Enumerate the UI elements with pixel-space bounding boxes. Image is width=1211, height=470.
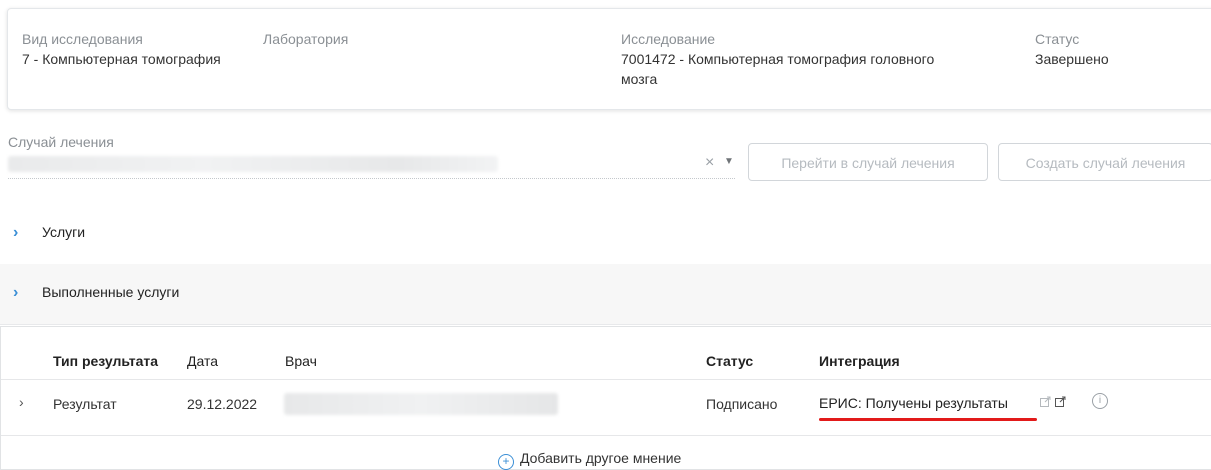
- section-services-title: Услуги: [42, 224, 86, 240]
- study-type-value: 7 - Компьютерная томография: [22, 51, 221, 67]
- study-type-label: Вид исследования: [22, 31, 143, 47]
- study-info-card: Вид исследования 7 - Компьютерная томогр…: [7, 8, 1211, 110]
- laboratory-label: Лаборатория: [263, 31, 349, 47]
- column-header-doctor: Врач: [285, 353, 317, 369]
- study-label: Исследование: [621, 31, 716, 47]
- section-completed-services-title: Выполненные услуги: [42, 284, 180, 300]
- integration-status-link[interactable]: ЕРИС: Получены результаты: [819, 395, 1008, 411]
- add-opinion-label: Добавить другое мнение: [520, 450, 682, 466]
- highlight-underline: [819, 418, 1037, 421]
- treatment-case-value-blurred: [8, 156, 498, 172]
- column-header-result-type: Тип результата: [53, 353, 159, 369]
- treatment-case-select[interactable]: × ▼: [8, 152, 735, 179]
- study-type-field: Вид исследования 7 - Компьютерная томогр…: [22, 29, 221, 69]
- expand-row-icon[interactable]: ›: [19, 394, 24, 410]
- results-table: Тип результата Дата Врач Статус Интеграц…: [0, 326, 1211, 470]
- status-label: Статус: [1035, 31, 1080, 47]
- create-treatment-case-button[interactable]: Создать случай лечения: [998, 143, 1211, 181]
- laboratory-field: Лаборатория: [263, 29, 348, 49]
- chevron-right-icon: ›: [13, 224, 19, 241]
- result-status-cell: Подписано: [706, 396, 778, 412]
- row-divider: [1, 379, 1211, 380]
- chevron-right-icon: ›: [13, 284, 19, 301]
- column-header-integration: Интеграция: [819, 353, 900, 369]
- row-divider: [1, 435, 1211, 436]
- status-field: Статус Завершено: [1035, 29, 1109, 69]
- plus-circle-icon: +: [498, 454, 514, 470]
- chevron-down-icon[interactable]: ▼: [724, 156, 734, 167]
- section-completed-services[interactable]: › Выполненные услуги: [0, 264, 1211, 325]
- treatment-case-label: Случай лечения: [8, 134, 114, 150]
- result-date-cell: 29.12.2022: [187, 396, 258, 412]
- study-value-line2: мозга: [621, 71, 658, 87]
- study-field: Исследование 7001472 - Компьютерная томо…: [621, 29, 934, 89]
- external-link-icon[interactable]: [1040, 396, 1051, 407]
- status-value: Завершено: [1035, 51, 1109, 67]
- add-opinion-button[interactable]: + Добавить другое мнение: [498, 450, 681, 470]
- study-value-line1: 7001472 - Компьютерная томография головн…: [621, 51, 935, 67]
- column-header-status: Статус: [706, 353, 754, 369]
- section-services[interactable]: › Услуги: [0, 204, 1211, 265]
- info-icon[interactable]: i: [1092, 393, 1108, 409]
- doctor-name-blurred: [284, 393, 558, 415]
- column-header-date: Дата: [187, 353, 219, 369]
- clear-icon[interactable]: ×: [705, 154, 714, 172]
- goto-treatment-case-button[interactable]: Перейти в случай лечения: [748, 143, 988, 181]
- external-link-icon[interactable]: [1055, 396, 1066, 407]
- result-type-cell: Результат: [53, 396, 117, 412]
